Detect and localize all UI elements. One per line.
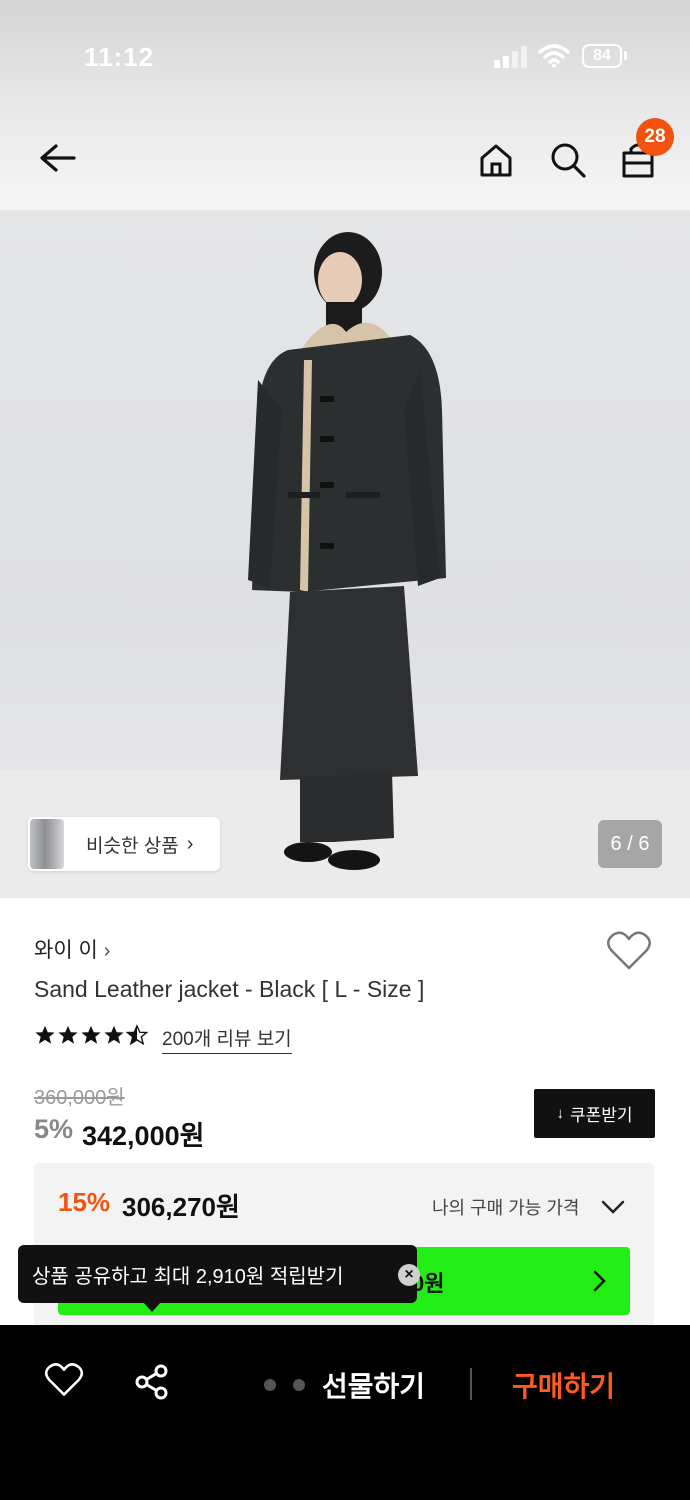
- review-link[interactable]: 200개 리뷰 보기: [162, 1024, 292, 1054]
- my-price: 306,270원: [122, 1192, 240, 1222]
- rating-stars: [34, 1024, 149, 1046]
- tooltip-arrow: [143, 1302, 161, 1312]
- heart-icon: [607, 931, 651, 970]
- back-button[interactable]: [28, 130, 84, 186]
- product-image[interactable]: [0, 210, 690, 898]
- chevron-right-icon: ›: [186, 832, 194, 855]
- similar-products-button[interactable]: 비슷한 상품 ›: [28, 817, 220, 871]
- search-button[interactable]: [544, 136, 592, 184]
- close-icon[interactable]: ×: [398, 1264, 420, 1286]
- chevron-right-icon: [593, 1270, 606, 1292]
- star-icon: [35, 1025, 55, 1044]
- wifi-icon: [538, 44, 570, 73]
- my-discount-rate: 15%: [58, 1187, 111, 1217]
- image-counter: 6 / 6: [598, 820, 662, 868]
- coupon-download-button[interactable]: ↓ 쿠폰받기: [534, 1089, 655, 1138]
- tooltip-text: 상품 공유하고 최대 2,910원 적립받기: [32, 1265, 344, 1288]
- share-reward-tooltip: 상품 공유하고 최대 2,910원 적립받기 ×: [18, 1245, 420, 1303]
- similar-product-thumbnail: [30, 819, 64, 869]
- battery-indicator: 84: [582, 44, 622, 68]
- bottom-action-bar: [0, 1325, 690, 1500]
- heart-icon: [44, 1363, 84, 1396]
- brand-name: 와이 이: [34, 939, 98, 962]
- star-icon: [104, 1025, 124, 1044]
- sale-price: 342,000원: [82, 1121, 205, 1151]
- half-star-icon: [126, 1024, 148, 1046]
- chevron-right-icon: ›: [103, 940, 111, 962]
- home-icon: [480, 144, 512, 177]
- chevron-down-icon[interactable]: [600, 1196, 626, 1218]
- similar-products-label: 비슷한 상품: [86, 835, 179, 857]
- divider: [470, 1368, 472, 1400]
- brand-link[interactable]: 와이 이 ›: [34, 934, 110, 964]
- status-time: 11:12: [84, 42, 155, 72]
- dot-indicator: [264, 1379, 276, 1391]
- discount-rate: 5%: [34, 1114, 74, 1144]
- share-button[interactable]: [132, 1362, 176, 1406]
- star-icon: [81, 1025, 101, 1044]
- cart-count-badge: 28: [636, 118, 674, 156]
- wishlist-button[interactable]: [606, 930, 656, 978]
- share-icon: [135, 1364, 168, 1400]
- home-button[interactable]: [472, 136, 520, 184]
- dot-indicator: [293, 1379, 305, 1391]
- coupon-label: 쿠폰받기: [569, 1106, 633, 1125]
- back-arrow-icon: [40, 144, 76, 172]
- gift-button[interactable]: 선물하기: [322, 1365, 425, 1405]
- original-price: 360,000원: [34, 1087, 125, 1109]
- product-title: Sand Leather jacket - Black [ L - Size ]: [34, 976, 425, 1002]
- buy-button[interactable]: 구매하기: [512, 1365, 615, 1405]
- battery-tip: [624, 51, 627, 60]
- download-icon: ↓: [556, 1105, 564, 1122]
- search-icon: [551, 143, 586, 178]
- model-figure: [248, 232, 446, 870]
- bottom-wishlist-button[interactable]: [44, 1362, 88, 1406]
- my-price-toggle[interactable]: 나의 구매 가능 가격: [432, 1194, 579, 1220]
- star-icon: [58, 1025, 78, 1044]
- signal-icon: [494, 46, 528, 68]
